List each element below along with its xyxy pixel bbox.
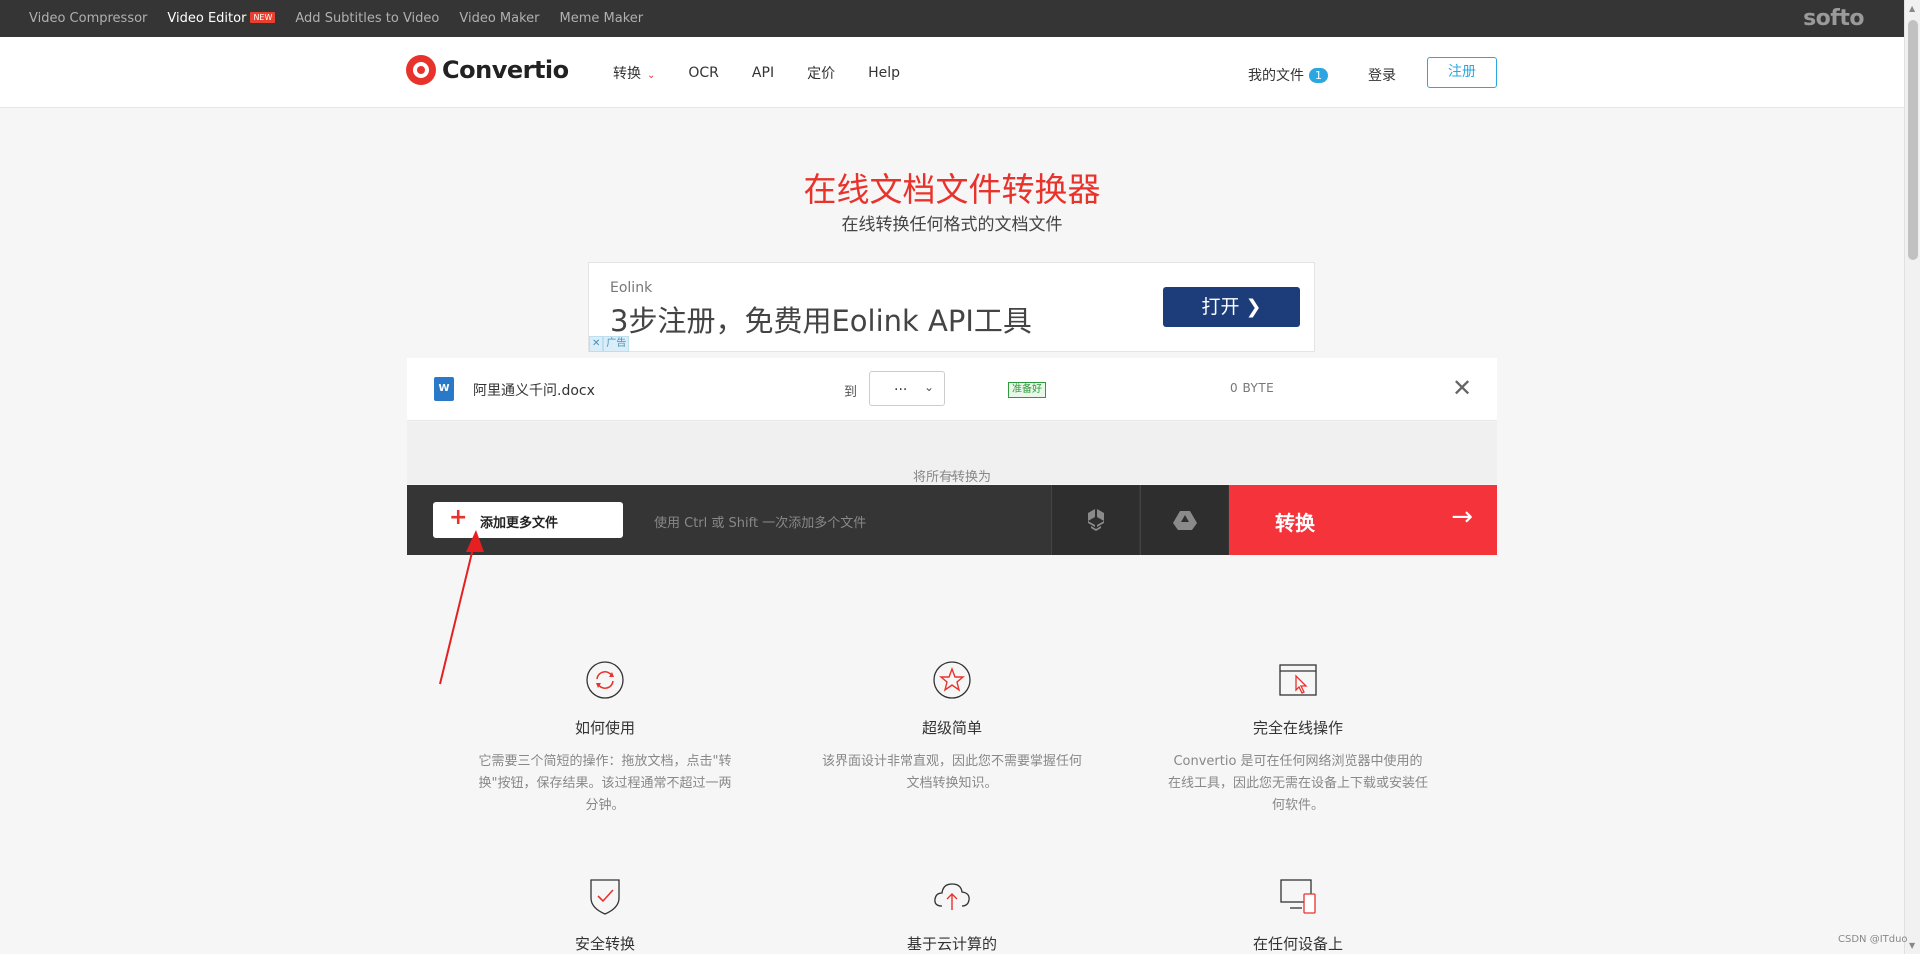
top-bar: Video Compressor Video Editor NEW Add Sub… <box>0 0 1904 37</box>
feature-title: 完全在线操作 <box>1252 719 1343 737</box>
multi-select-hint: 使用 Ctrl 或 Shift 一次添加多个文件 <box>654 516 867 531</box>
feature-title: 基于云计算的 <box>906 935 997 953</box>
ad-close-icon[interactable]: ✕ <box>589 336 604 352</box>
nav-api[interactable]: API <box>752 65 774 81</box>
file-row: W 阿里通义千问.docx 到 ... ⌄ 准备好 0 BYTE ✕ <box>407 358 1497 421</box>
format-select[interactable]: ... ⌄ <box>869 371 945 406</box>
feature-desc: Convertio 是可在任何网络浏览器中使用的在线工具，因此您无需在设备上下载… <box>1168 754 1429 813</box>
nav-ocr[interactable]: OCR <box>688 65 719 81</box>
page-subtitle: 在线转换任何格式的文档文件 <box>841 215 1063 235</box>
softo-logo[interactable]: softo <box>1803 6 1864 31</box>
nav-help[interactable]: Help <box>868 65 900 81</box>
scrollbar-thumb[interactable] <box>1908 20 1918 260</box>
nav-convert-label: 转换 <box>613 65 641 82</box>
ad-open-button[interactable]: 打开 ❯ <box>1163 287 1300 327</box>
add-more-files-button[interactable]: + 添加更多文件 <box>433 502 623 538</box>
ad-open-label: 打开 <box>1201 296 1240 318</box>
feature-desc: 它需要三个简短的操作：拖放文档，点击"转换"按钮，保存结果。该过程通常不超过一两… <box>478 754 732 813</box>
feature-fully-online: 完全在线操作 Convertio 是可在任何网络浏览器中使用的在线工具，因此您无… <box>1168 660 1428 817</box>
arrow-right-icon: → <box>1451 502 1473 532</box>
ad-headline: 3步注册，免费用Eolink API工具 <box>610 304 1032 338</box>
page-scrollbar[interactable]: ▲ ▼ <box>1904 0 1920 954</box>
close-icon[interactable]: ✕ <box>1452 374 1472 402</box>
star-icon <box>933 661 971 699</box>
chevron-down-icon: ⌄ <box>647 69 656 81</box>
main-nav: 转换 ⌄ OCR API 定价 Help <box>613 37 933 108</box>
dropbox-icon <box>1088 509 1104 531</box>
link-video-editor[interactable]: Video Editor NEW <box>167 11 276 26</box>
feature-any-device: 在任何设备上 <box>1168 876 1428 954</box>
signup-button[interactable]: 注册 <box>1427 57 1497 88</box>
status-badge: 准备好 <box>1008 382 1046 398</box>
convertio-logo[interactable]: Convertio <box>406 55 569 85</box>
scroll-up-icon[interactable]: ▲ <box>1909 4 1915 13</box>
feature-how-to-use: 如何使用 它需要三个简短的操作：拖放文档，点击"转换"按钮，保存结果。该过程通常… <box>475 660 735 817</box>
ad-label[interactable]: 广告 <box>603 336 630 352</box>
link-video-editor-label: Video Editor <box>167 11 247 26</box>
file-name: 阿里通义千问.docx <box>473 383 595 399</box>
format-select-value: ... <box>894 378 908 394</box>
my-files-label: 我的文件 <box>1248 68 1304 84</box>
google-drive-button[interactable] <box>1140 485 1228 555</box>
ad-brand: Eolink <box>610 280 653 296</box>
convert-all-row[interactable]: 将所有转换为 ⌄ <box>407 422 1497 485</box>
site-header: Convertio 转换 ⌄ OCR API 定价 Help 我的文件 1 登录 … <box>0 37 1904 108</box>
feature-title: 在任何设备上 <box>1252 935 1343 953</box>
add-more-files-label: 添加更多文件 <box>480 516 559 531</box>
watermark: CSDN @ITduo <box>1838 934 1908 945</box>
feature-secure: 安全转换 <box>475 876 735 954</box>
chevron-down-icon: ⌄ <box>923 380 934 394</box>
link-video-maker[interactable]: Video Maker <box>459 11 539 26</box>
feature-super-simple: 超级简单 该界面设计非常直观，因此您不需要掌握任何文档转换知识。 <box>822 660 1082 795</box>
feature-title: 超级简单 <box>921 719 982 737</box>
link-video-compressor[interactable]: Video Compressor <box>29 11 147 26</box>
upload-toolbar: + 添加更多文件 使用 Ctrl 或 Shift 一次添加多个文件 转换 → <box>407 485 1497 555</box>
word-doc-icon: W <box>434 377 454 401</box>
dropbox-button[interactable] <box>1051 485 1139 555</box>
plus-icon: + <box>449 505 468 530</box>
ad-banner[interactable]: Eolink 3步注册，免费用Eolink API工具 打开 ❯ ✕ 广告 <box>588 262 1315 352</box>
convert-button-label: 转换 <box>1275 511 1315 535</box>
login-link[interactable]: 登录 <box>1368 65 1396 85</box>
convertio-logo-icon <box>406 55 436 85</box>
nav-pricing[interactable]: 定价 <box>807 63 835 83</box>
feature-title: 安全转换 <box>574 935 635 953</box>
nav-convert[interactable]: 转换 ⌄ <box>613 63 655 83</box>
shield-check-icon <box>590 879 620 915</box>
convert-button[interactable]: 转换 → <box>1229 485 1497 555</box>
my-files-count-badge: 1 <box>1309 67 1328 83</box>
feature-title: 如何使用 <box>574 719 635 737</box>
top-links: Video Compressor Video Editor NEW Add Sub… <box>29 0 663 37</box>
link-add-subtitles[interactable]: Add Subtitles to Video <box>295 11 439 26</box>
ad-marks: ✕ 广告 <box>589 336 630 352</box>
feature-cloud: 基于云计算的 <box>822 876 1082 954</box>
logo-text: Convertio <box>442 56 569 84</box>
chevron-right-icon: ❯ <box>1245 296 1262 318</box>
cloud-upload-icon <box>934 883 970 910</box>
feature-desc: 该界面设计非常直观，因此您不需要掌握任何文档转换知识。 <box>822 754 1083 791</box>
google-drive-icon <box>1173 511 1197 530</box>
new-badge: NEW <box>250 12 276 23</box>
page-title: 在线文档文件转换器 <box>803 170 1101 209</box>
chevron-down-icon: ⌄ <box>946 466 958 481</box>
to-label: 到 <box>844 385 858 400</box>
link-meme-maker[interactable]: Meme Maker <box>560 11 644 26</box>
devices-icon <box>1280 879 1316 914</box>
browser-cursor-icon <box>1279 664 1317 696</box>
file-size: 0 BYTE <box>1230 381 1275 395</box>
refresh-icon <box>586 661 624 699</box>
scroll-down-icon[interactable]: ▼ <box>1909 941 1915 950</box>
my-files-link[interactable]: 我的文件 1 <box>1248 65 1328 85</box>
